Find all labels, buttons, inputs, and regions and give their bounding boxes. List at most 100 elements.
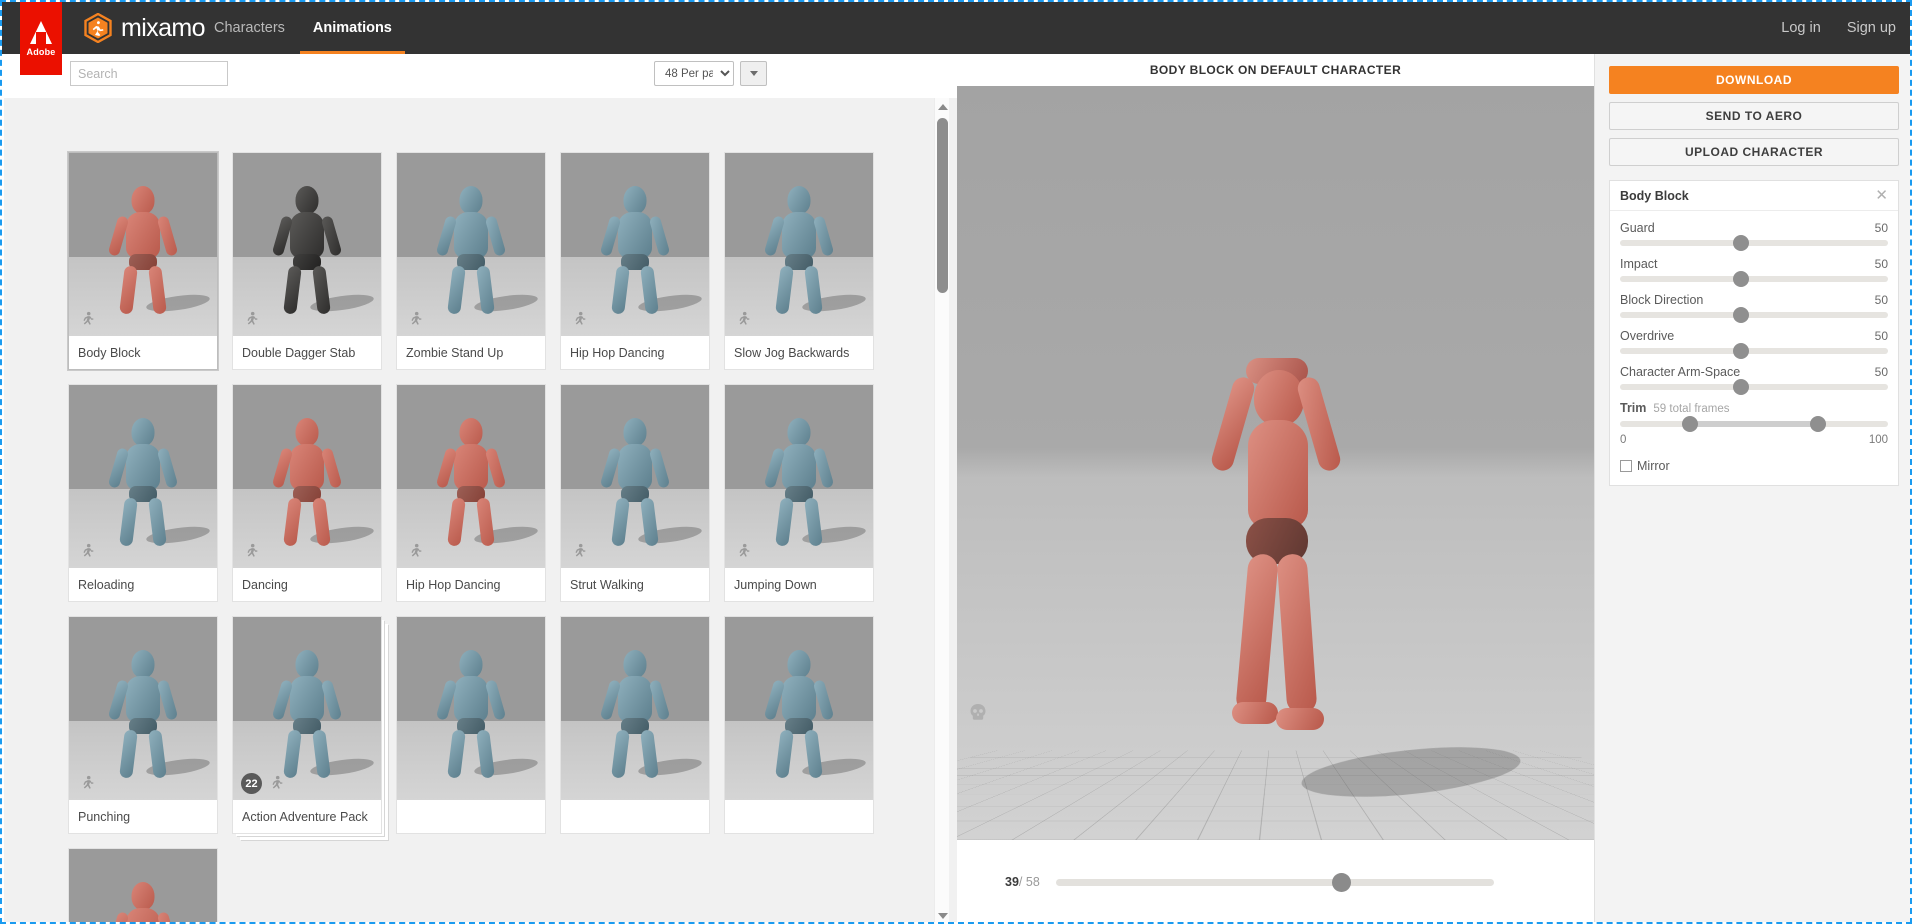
scrollbar-thumb[interactable] bbox=[937, 118, 948, 293]
running-figure-icon bbox=[406, 543, 423, 560]
trim-end-thumb[interactable] bbox=[1810, 416, 1827, 432]
parameter-slider-thumb[interactable] bbox=[1732, 379, 1749, 395]
animation-card-label: Reloading bbox=[69, 568, 217, 601]
parameter-slider-row: Character Arm-Space 50 bbox=[1620, 365, 1888, 395]
animation-card[interactable]: Hip Hop Dancing bbox=[396, 384, 546, 602]
trim-start-thumb[interactable] bbox=[1681, 416, 1698, 432]
parameter-slider-track[interactable] bbox=[1620, 235, 1888, 251]
animation-card[interactable] bbox=[560, 616, 710, 834]
parameter-slider-thumb[interactable] bbox=[1732, 271, 1749, 287]
scroll-up-arrow[interactable] bbox=[935, 99, 950, 114]
trim-min-label: 0 bbox=[1620, 434, 1627, 446]
animation-card[interactable]: Slow Jog Backwards bbox=[724, 152, 874, 370]
chevron-down-icon bbox=[749, 71, 758, 76]
animation-card[interactable]: 22 Action Adventure Pack bbox=[232, 616, 382, 834]
animation-card-label: Slow Jog Backwards bbox=[725, 336, 873, 369]
animation-card[interactable]: Hip Hop Dancing bbox=[560, 152, 710, 370]
parameter-label: Overdrive bbox=[1620, 329, 1675, 343]
frame-counter: 39/ 58 bbox=[1005, 875, 1040, 889]
animation-thumbnail bbox=[233, 153, 381, 336]
animation-card[interactable]: Double Dagger Stab bbox=[232, 152, 382, 370]
animation-card[interactable]: Zombie Stand Up bbox=[396, 152, 546, 370]
mirror-control: Mirror bbox=[1620, 459, 1888, 473]
main-nav-links: Characters Animations bbox=[200, 2, 406, 54]
animation-card[interactable]: Punching bbox=[68, 616, 218, 834]
preview-viewport-column: BODY BLOCK ON DEFAULT CHARACTER 39/ 58 bbox=[957, 54, 1594, 922]
mixamo-brand-logo[interactable]: mixamo bbox=[84, 2, 206, 54]
nav-item-characters[interactable]: Characters bbox=[200, 2, 299, 54]
parameter-value: 50 bbox=[1874, 329, 1888, 343]
adobe-logo[interactable]: Adobe bbox=[20, 2, 62, 75]
parameter-value: 50 bbox=[1874, 221, 1888, 235]
animation-thumbnail bbox=[725, 617, 873, 800]
filter-dropdown-button[interactable] bbox=[740, 61, 767, 86]
parameter-slider-track[interactable] bbox=[1620, 343, 1888, 359]
running-figure-icon bbox=[242, 543, 259, 560]
adobe-label: Adobe bbox=[26, 46, 56, 57]
parameter-label: Impact bbox=[1620, 257, 1658, 271]
parameter-label: Guard bbox=[1620, 221, 1655, 235]
trim-max-label: 100 bbox=[1868, 434, 1888, 446]
upload-character-button[interactable]: UPLOAD CHARACTER bbox=[1609, 138, 1899, 166]
per-page-select[interactable]: 48 Per page bbox=[654, 61, 734, 86]
mirror-checkbox[interactable] bbox=[1620, 460, 1632, 472]
running-figure-icon bbox=[78, 311, 95, 328]
animation-card[interactable]: Body Block bbox=[68, 152, 218, 370]
animation-card-label: Body Block bbox=[69, 336, 217, 369]
running-figure-icon bbox=[267, 775, 284, 792]
animation-thumbnail bbox=[397, 153, 545, 336]
current-frame: 39 bbox=[1005, 875, 1019, 889]
3d-preview-stage[interactable] bbox=[957, 86, 1594, 840]
playback-slider-track[interactable] bbox=[1055, 872, 1494, 892]
animation-thumbnail bbox=[725, 153, 873, 336]
animation-grid-area: Body Block Double Dagger Stab Zombie Stand… bbox=[4, 98, 957, 922]
parameter-sliders: Guard 50 Impact 50 Block Direction 50 Overdriv… bbox=[1620, 221, 1888, 395]
auth-links: Log in Sign up bbox=[1781, 2, 1896, 54]
running-figure-icon bbox=[242, 311, 259, 328]
animation-card-label: Zombie Stand Up bbox=[397, 336, 545, 369]
grid-scrollbar[interactable] bbox=[934, 98, 950, 922]
animation-card[interactable] bbox=[724, 616, 874, 834]
parameter-slider-track[interactable] bbox=[1620, 307, 1888, 323]
animation-thumbnail bbox=[397, 385, 545, 568]
options-card-title: Body Block bbox=[1620, 188, 1689, 203]
animation-card-label: Hip Hop Dancing bbox=[561, 336, 709, 369]
parameter-value: 50 bbox=[1874, 257, 1888, 271]
trim-slider-track[interactable] bbox=[1620, 416, 1888, 432]
animation-card[interactable] bbox=[68, 848, 218, 922]
parameter-slider-track[interactable] bbox=[1620, 379, 1888, 395]
animation-card[interactable] bbox=[396, 616, 546, 834]
download-button[interactable]: DOWNLOAD bbox=[1609, 66, 1899, 94]
parameter-slider-row: Impact 50 bbox=[1620, 257, 1888, 287]
running-figure-icon bbox=[570, 543, 587, 560]
animation-card[interactable]: Strut Walking bbox=[560, 384, 710, 602]
mixamo-wordmark: mixamo bbox=[121, 13, 206, 42]
sign-up-link[interactable]: Sign up bbox=[1847, 20, 1896, 36]
parameter-slider-thumb[interactable] bbox=[1732, 307, 1749, 323]
animation-browser-panel: 48 Per page Body Block Double Dagger Stab… bbox=[4, 54, 957, 922]
scroll-down-arrow[interactable] bbox=[935, 908, 950, 922]
parameter-slider-thumb[interactable] bbox=[1732, 343, 1749, 359]
close-icon[interactable]: ✕ bbox=[1875, 188, 1888, 203]
animation-card[interactable]: Dancing bbox=[232, 384, 382, 602]
animation-thumbnail bbox=[69, 385, 217, 568]
animation-card[interactable]: Reloading bbox=[68, 384, 218, 602]
animation-thumbnail bbox=[69, 849, 217, 922]
parameter-slider-thumb[interactable] bbox=[1732, 235, 1749, 251]
parameter-slider-track[interactable] bbox=[1620, 271, 1888, 287]
trim-total-frames: 59 total frames bbox=[1653, 403, 1730, 415]
search-input[interactable] bbox=[70, 61, 228, 86]
animation-card[interactable]: Jumping Down bbox=[724, 384, 874, 602]
frame-separator: / bbox=[1018, 875, 1023, 889]
nav-item-animations[interactable]: Animations bbox=[299, 2, 406, 54]
animation-thumbnail bbox=[725, 385, 873, 568]
log-in-link[interactable]: Log in bbox=[1781, 20, 1821, 36]
playback-bar: 39/ 58 bbox=[957, 840, 1594, 922]
animation-card-label: Action Adventure Pack bbox=[233, 800, 381, 833]
options-card-body: Guard 50 Impact 50 Block Direction 50 Overdriv… bbox=[1610, 211, 1898, 485]
mixamo-app-window: mixamo Characters Animations Log in Sign… bbox=[0, 0, 1912, 924]
options-card-header: Body Block ✕ bbox=[1610, 181, 1898, 211]
send-to-aero-button[interactable]: SEND TO AERO bbox=[1609, 102, 1899, 130]
playback-slider-thumb[interactable] bbox=[1331, 872, 1351, 892]
skull-icon[interactable] bbox=[969, 703, 987, 722]
